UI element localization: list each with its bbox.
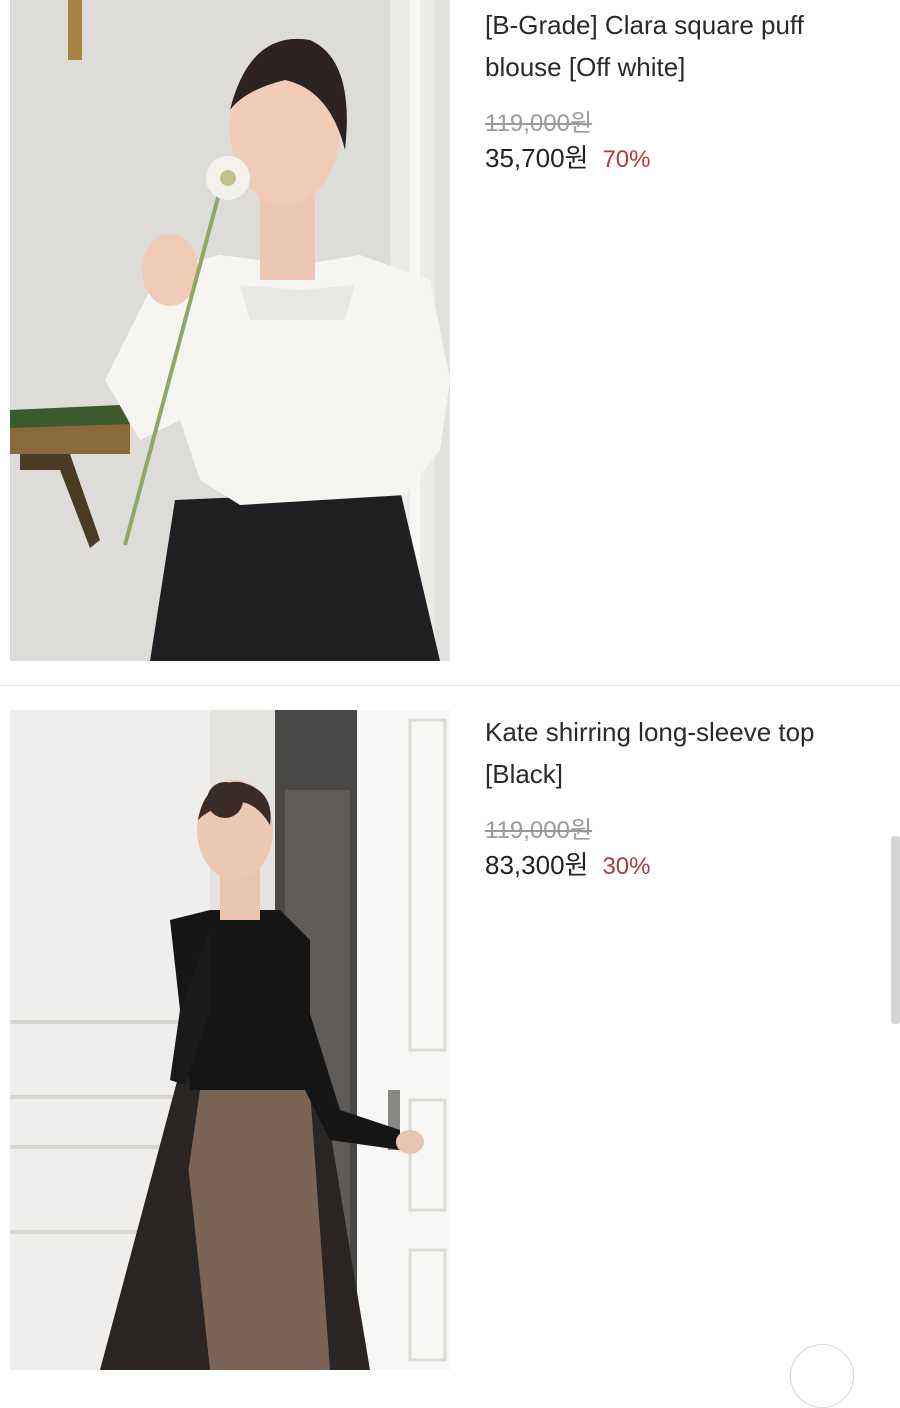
discount-rate: 70% — [602, 146, 651, 173]
sale-price: 35,700원 — [485, 143, 589, 173]
product-name[interactable]: [B-Grade] Clara square puff blouse [Off … — [485, 4, 885, 88]
product-name[interactable]: Kate shirring long-sleeve top [Black] — [485, 711, 885, 795]
product-card[interactable]: [B-Grade] Clara square puff blouse [Off … — [0, 0, 900, 686]
product-photo-top — [10, 710, 450, 1370]
product-card[interactable]: Kate shirring long-sleeve top [Black] 11… — [0, 687, 900, 1370]
sale-price: 83,300원 — [485, 850, 589, 880]
price-row: 35,700원 70% — [485, 141, 885, 177]
scroll-to-top-icon[interactable] — [790, 1344, 854, 1408]
product-info: Kate shirring long-sleeve top [Black] 11… — [485, 711, 885, 884]
price-row: 83,300원 30% — [485, 848, 885, 884]
product-divider — [0, 685, 900, 686]
product-image[interactable] — [10, 710, 450, 1370]
product-image[interactable] — [10, 0, 450, 661]
scrollbar-thumb[interactable] — [891, 836, 900, 1024]
discount-rate: 30% — [602, 853, 651, 880]
original-price: 119,000원 — [485, 110, 593, 137]
product-info: [B-Grade] Clara square puff blouse [Off … — [485, 4, 885, 177]
product-photo-blouse — [10, 0, 450, 661]
original-price: 119,000원 — [485, 817, 593, 844]
